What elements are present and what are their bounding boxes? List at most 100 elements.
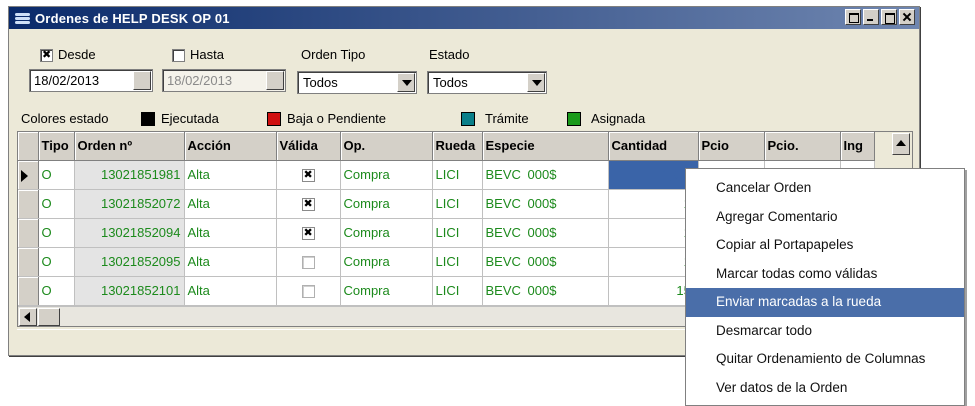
especie-suffix: 000$	[527, 225, 557, 240]
desde-date-field[interactable]: 18/02/2013	[29, 69, 153, 92]
title-bar[interactable]: Ordenes de HELP DESK OP 01	[9, 7, 919, 29]
legend-swatch	[141, 111, 155, 126]
especie-code: BEVC	[485, 254, 521, 269]
cell-orden: 13021852094	[74, 218, 185, 248]
menu-item-enviar-marcadas[interactable]: Enviar marcadas a la rueda	[686, 288, 964, 317]
especie-suffix: 000$	[527, 196, 557, 211]
hasta-label: Hasta	[190, 47, 224, 62]
especie-code: BEVC	[485, 167, 521, 182]
valida-checkbox[interactable]	[301, 285, 315, 299]
col-header-orden[interactable]: Orden nº	[74, 132, 185, 161]
estado-value: Todos	[433, 75, 468, 90]
especie-suffix: 000$	[527, 283, 557, 298]
cell-valida	[276, 189, 341, 219]
menu-item-marcar-validas[interactable]: Marcar todas como válidas	[686, 260, 964, 289]
cell-op: Compra	[340, 218, 433, 248]
hasta-calendar-icon[interactable]	[266, 71, 284, 90]
cell-valida	[276, 160, 341, 190]
hasta-checkbox[interactable]	[172, 49, 185, 62]
legend-item-asignada: Asignada	[567, 111, 645, 126]
desde-label: Desde	[58, 47, 96, 62]
cell-tipo: O	[38, 276, 75, 306]
legend-label: Asignada	[591, 111, 646, 126]
row-indicator	[18, 189, 39, 219]
legend-swatch	[267, 111, 281, 126]
col-header-pcio2[interactable]: Pcio.	[764, 132, 841, 161]
cell-tipo: O	[38, 218, 75, 248]
chevron-down-icon[interactable]	[397, 73, 415, 92]
cell-valida	[276, 247, 341, 277]
estado-select[interactable]: Todos	[427, 71, 547, 94]
col-header-rueda[interactable]: Rueda	[432, 132, 483, 161]
legend-label: Ejecutada	[161, 111, 219, 126]
orden-tipo-select[interactable]: Todos	[297, 71, 417, 94]
desde-calendar-icon[interactable]	[133, 71, 151, 90]
valida-checkbox[interactable]	[301, 197, 315, 212]
cell-orden: 13021852072	[74, 189, 185, 219]
cell-rueda: LICI	[432, 247, 483, 277]
col-header-especie[interactable]: Especie	[482, 132, 609, 161]
cell-orden: 13021851981	[74, 160, 185, 190]
menu-item-quitar-ordenamiento[interactable]: Quitar Ordenamiento de Columnas	[686, 345, 964, 374]
cell-valida	[276, 276, 341, 306]
orden-tipo-value: Todos	[303, 75, 338, 90]
desde-date-value: 18/02/2013	[34, 73, 100, 88]
desde-checkbox[interactable]	[40, 48, 53, 62]
especie-code: BEVC	[485, 196, 521, 211]
cell-op: Compra	[340, 247, 433, 277]
cell-accion: Alta	[184, 247, 277, 277]
cell-op: Compra	[340, 160, 433, 190]
context-menu: Cancelar Orden Agregar Comentario Copiar…	[685, 168, 965, 406]
estado-label: Estado	[429, 47, 470, 62]
menu-item-agregar-comentario[interactable]: Agregar Comentario	[686, 203, 964, 232]
minimize-icon[interactable]	[863, 9, 879, 25]
cell-accion: Alta	[184, 218, 277, 248]
scroll-left-icon[interactable]	[19, 308, 37, 326]
cell-tipo: O	[38, 160, 75, 190]
row-indicator-header	[18, 132, 39, 161]
col-header-ing[interactable]: Ing	[840, 132, 875, 161]
cell-op: Compra	[340, 276, 433, 306]
valida-checkbox[interactable]	[301, 256, 315, 270]
col-header-pcio[interactable]: Pcio	[698, 132, 765, 161]
especie-code: BEVC	[485, 283, 521, 298]
row-indicator	[18, 276, 39, 306]
col-header-valida[interactable]: Válida	[276, 132, 341, 161]
especie-suffix: 000$	[527, 167, 557, 182]
menu-item-desmarcar-todo[interactable]: Desmarcar todo	[686, 317, 964, 346]
menu-item-cancelar-orden[interactable]: Cancelar Orden	[686, 174, 964, 203]
legend-label: Trámite	[485, 111, 529, 126]
legend-item-tramite: Trámite	[461, 111, 529, 126]
cell-accion: Alta	[184, 276, 277, 306]
cell-especie: BEVC 000$	[482, 218, 609, 248]
valida-checkbox[interactable]	[301, 168, 315, 183]
legend-item-ejecutada: Ejecutada	[141, 111, 219, 126]
menu-item-ver-datos[interactable]: Ver datos de la Orden	[686, 374, 964, 403]
cell-rueda: LICI	[432, 218, 483, 248]
close-icon[interactable]	[899, 9, 915, 25]
chevron-down-icon[interactable]	[527, 73, 545, 92]
col-header-tipo[interactable]: Tipo	[38, 132, 75, 161]
col-header-cantidad[interactable]: Cantidad	[608, 132, 699, 161]
cell-especie: BEVC 000$	[482, 160, 609, 190]
row-indicator	[18, 218, 39, 248]
orden-tipo-label: Orden Tipo	[301, 47, 366, 62]
col-header-op[interactable]: Op.	[340, 132, 433, 161]
valida-checkbox[interactable]	[301, 226, 315, 241]
legend-swatch	[567, 111, 581, 126]
hasta-date-field[interactable]: 18/02/2013	[162, 69, 286, 92]
cell-orden: 13021852101	[74, 276, 185, 306]
window-title: Ordenes de HELP DESK OP 01	[35, 10, 230, 26]
cell-especie: BEVC 000$	[482, 276, 609, 306]
legend-item-baja: Baja o Pendiente	[267, 111, 386, 126]
maximize-icon[interactable]	[881, 9, 897, 25]
especie-code: BEVC	[485, 225, 521, 240]
col-header-accion[interactable]: Acción	[184, 132, 277, 161]
menu-item-copiar-portapapeles[interactable]: Copiar al Portapapeles	[686, 231, 964, 260]
especie-suffix: 000$	[527, 254, 557, 269]
scroll-thumb[interactable]	[38, 308, 60, 326]
restore-icon[interactable]	[845, 9, 861, 25]
cell-op: Compra	[340, 189, 433, 219]
hasta-date-value: 18/02/2013	[167, 73, 233, 88]
scroll-up-icon[interactable]	[892, 133, 910, 155]
